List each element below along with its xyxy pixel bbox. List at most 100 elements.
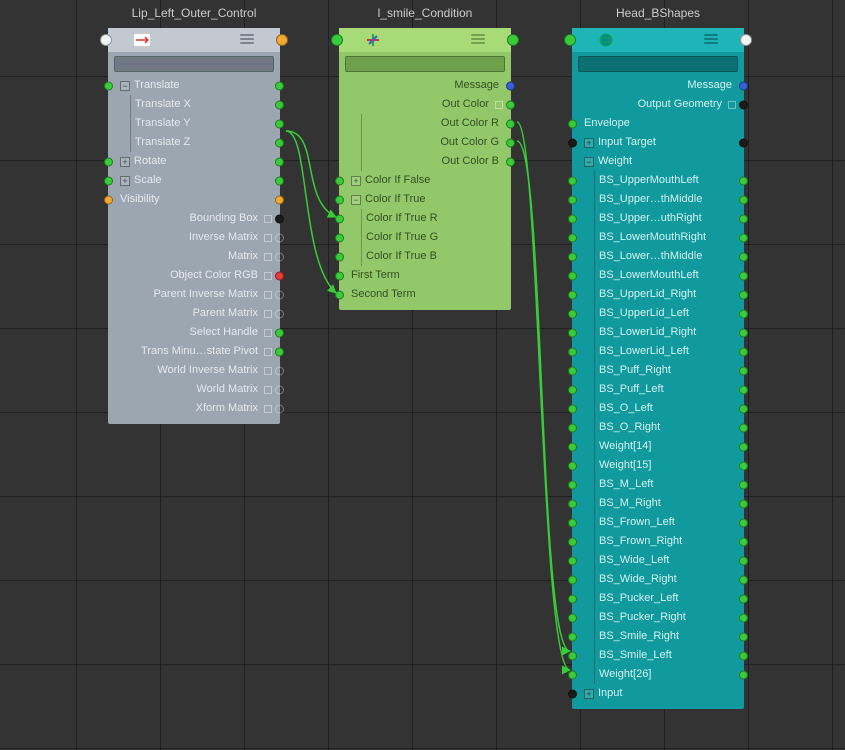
node-lip-left-outer-control[interactable]: Lip_Left_Outer_Control −TranslateTransla… — [108, 28, 280, 424]
output-port[interactable] — [275, 347, 284, 356]
node-head-bshapes[interactable]: Head_BShapes MessageOutput GeometryEnvel… — [572, 28, 744, 709]
input-port[interactable] — [568, 214, 577, 223]
output-port[interactable] — [739, 442, 748, 451]
attr-row[interactable]: Translate Z — [114, 133, 274, 152]
menu-icon[interactable] — [471, 34, 485, 44]
output-port[interactable] — [739, 651, 748, 660]
attr-row[interactable]: Matrix — [114, 247, 274, 266]
output-port[interactable] — [275, 290, 284, 299]
input-port[interactable] — [568, 461, 577, 470]
output-port[interactable] — [739, 632, 748, 641]
output-port[interactable] — [739, 100, 748, 109]
array-handle-icon[interactable] — [264, 215, 272, 223]
output-port[interactable] — [275, 157, 284, 166]
output-port[interactable] — [739, 328, 748, 337]
output-port[interactable] — [275, 138, 284, 147]
expand-icon[interactable]: + — [120, 176, 130, 186]
output-port[interactable] — [506, 119, 515, 128]
array-handle-icon[interactable] — [264, 253, 272, 261]
output-port[interactable] — [739, 404, 748, 413]
array-handle-icon[interactable] — [264, 234, 272, 242]
attr-row[interactable]: Message — [578, 76, 738, 95]
output-port[interactable] — [506, 138, 515, 147]
attr-row[interactable]: Out Color B — [345, 152, 505, 171]
output-port[interactable] — [739, 138, 748, 147]
node-l-smile-condition[interactable]: l_smile_Condition MessageOut ColorOut Co… — [339, 28, 511, 310]
input-port[interactable] — [104, 81, 113, 90]
input-port[interactable] — [568, 480, 577, 489]
attr-row[interactable]: BS_M_Left — [578, 475, 738, 494]
node-out-port[interactable] — [507, 34, 519, 46]
attr-row[interactable]: Translate Y — [114, 114, 274, 133]
attr-row[interactable]: BS_Puff_Left — [578, 380, 738, 399]
input-port[interactable] — [568, 556, 577, 565]
output-port[interactable] — [275, 119, 284, 128]
input-port[interactable] — [104, 195, 113, 204]
attr-row[interactable]: Weight[15] — [578, 456, 738, 475]
input-port[interactable] — [568, 271, 577, 280]
output-port[interactable] — [739, 176, 748, 185]
input-port[interactable] — [335, 214, 344, 223]
attr-row[interactable]: Out Color — [345, 95, 505, 114]
attr-row[interactable]: BS_LowerLid_Right — [578, 323, 738, 342]
output-port[interactable] — [506, 157, 515, 166]
attr-row[interactable]: Parent Matrix — [114, 304, 274, 323]
menu-icon[interactable] — [704, 34, 718, 44]
node-in-port[interactable] — [100, 34, 112, 46]
attr-row[interactable]: Color If True B — [345, 247, 505, 266]
attr-row[interactable]: BS_Smile_Left — [578, 646, 738, 665]
attr-row[interactable]: BS_Lower…thMiddle — [578, 247, 738, 266]
attr-row[interactable]: BS_Frown_Right — [578, 532, 738, 551]
attr-row[interactable]: BS_UpperMouthLeft — [578, 171, 738, 190]
input-port[interactable] — [568, 119, 577, 128]
output-port[interactable] — [275, 366, 284, 375]
attr-row[interactable]: BS_M_Right — [578, 494, 738, 513]
attr-row[interactable]: +Scale — [114, 171, 274, 190]
node-header[interactable] — [108, 28, 280, 52]
node-header[interactable] — [339, 28, 511, 52]
attr-row[interactable]: Visibility — [114, 190, 274, 209]
input-port[interactable] — [104, 157, 113, 166]
attr-row[interactable]: Message — [345, 76, 505, 95]
input-port[interactable] — [335, 233, 344, 242]
node-in-port[interactable] — [331, 34, 343, 46]
input-port[interactable] — [568, 233, 577, 242]
output-port[interactable] — [739, 499, 748, 508]
output-port[interactable] — [275, 176, 284, 185]
input-port[interactable] — [568, 613, 577, 622]
attr-row[interactable]: +Input Target — [578, 133, 738, 152]
expand-icon[interactable]: + — [584, 138, 594, 148]
array-handle-icon[interactable] — [264, 291, 272, 299]
output-port[interactable] — [275, 233, 284, 242]
array-handle-icon[interactable] — [728, 101, 736, 109]
attr-row[interactable]: BS_Upper…uthRight — [578, 209, 738, 228]
node-in-port[interactable] — [564, 34, 576, 46]
output-port[interactable] — [739, 575, 748, 584]
input-port[interactable] — [568, 442, 577, 451]
input-port[interactable] — [568, 309, 577, 318]
attr-row[interactable]: Envelope — [578, 114, 738, 133]
collapse-icon[interactable]: − — [584, 157, 594, 167]
output-port[interactable] — [275, 81, 284, 90]
array-handle-icon[interactable] — [495, 101, 503, 109]
array-handle-icon[interactable] — [264, 348, 272, 356]
attr-filter-input[interactable] — [114, 56, 274, 72]
output-port[interactable] — [739, 670, 748, 679]
output-port[interactable] — [275, 100, 284, 109]
attr-row[interactable]: −Weight — [578, 152, 738, 171]
output-port[interactable] — [275, 404, 284, 413]
attr-row[interactable]: BS_Pucker_Left — [578, 589, 738, 608]
input-port[interactable] — [568, 385, 577, 394]
attr-row[interactable]: Weight[26] — [578, 665, 738, 684]
attr-row[interactable]: Color If True G — [345, 228, 505, 247]
attr-row[interactable]: BS_Pucker_Right — [578, 608, 738, 627]
input-port[interactable] — [568, 138, 577, 147]
output-port[interactable] — [739, 518, 748, 527]
output-port[interactable] — [739, 613, 748, 622]
attr-row[interactable]: Translate X — [114, 95, 274, 114]
input-port[interactable] — [568, 651, 577, 660]
attr-row[interactable]: Select Handle — [114, 323, 274, 342]
output-port[interactable] — [739, 385, 748, 394]
expand-icon[interactable]: + — [584, 689, 594, 699]
input-port[interactable] — [568, 328, 577, 337]
